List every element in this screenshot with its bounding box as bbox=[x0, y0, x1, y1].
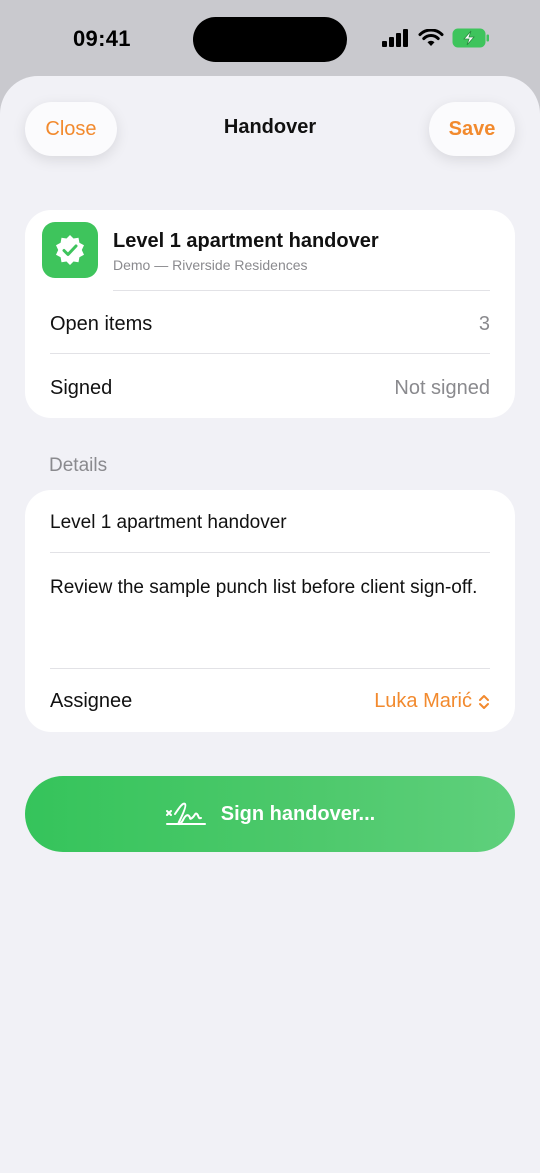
assignee-value: Luka Marić bbox=[374, 690, 472, 712]
wifi-icon bbox=[418, 28, 444, 46]
chevron-up-down-icon bbox=[479, 694, 489, 709]
divider bbox=[50, 552, 490, 553]
save-button[interactable]: Save bbox=[429, 102, 515, 156]
title-field[interactable]: Level 1 apartment handover bbox=[50, 512, 287, 534]
handover-sheet: Close Handover Save Level 1 apartment ha… bbox=[0, 76, 540, 1173]
sign-handover-label: Sign handover... bbox=[220, 802, 376, 825]
project-subtitle: Demo — Riverside Residences bbox=[113, 257, 308, 273]
details-card: Level 1 apartment handover Review the sa… bbox=[25, 490, 515, 732]
dynamic-island bbox=[193, 17, 347, 62]
open-items-label: Open items bbox=[50, 313, 153, 335]
divider bbox=[113, 290, 490, 291]
checkmark-seal-icon bbox=[42, 222, 98, 278]
status-icons bbox=[382, 28, 490, 48]
signed-label: Signed bbox=[50, 377, 113, 399]
sign-handover-button[interactable]: Sign handover... bbox=[25, 776, 515, 852]
signed-value: Not signed bbox=[394, 377, 490, 399]
notes-field[interactable]: Review the sample punch list before clie… bbox=[50, 574, 490, 601]
divider bbox=[50, 668, 490, 669]
details-section-header: Details bbox=[49, 455, 108, 476]
assignee-label: Assignee bbox=[50, 690, 133, 712]
cellular-signal-icon bbox=[382, 29, 408, 47]
assignee-picker[interactable]: Luka Marić bbox=[374, 690, 490, 713]
handover-title: Level 1 apartment handover bbox=[113, 230, 379, 252]
open-items-value: 3 bbox=[478, 313, 490, 335]
divider bbox=[50, 353, 490, 354]
battery-charging-icon bbox=[452, 28, 489, 48]
signature-icon bbox=[165, 802, 206, 826]
summary-card: Level 1 apartment handover Demo — Rivers… bbox=[25, 210, 515, 418]
status-bar: 09:41 bbox=[0, 0, 540, 78]
status-time: 09:41 bbox=[73, 26, 131, 51]
